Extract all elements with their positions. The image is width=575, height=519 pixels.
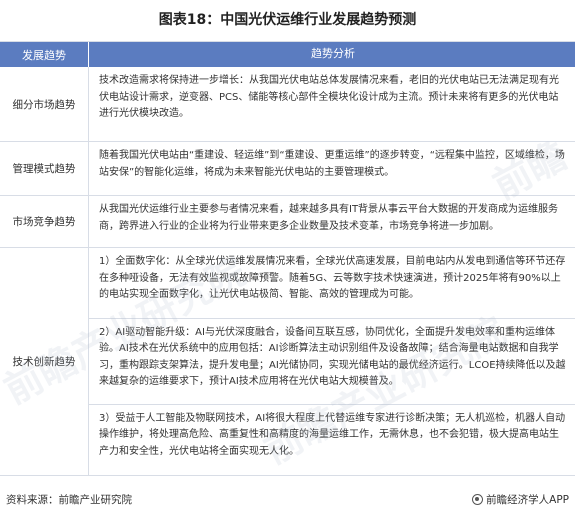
header-trend: 发展趋势 bbox=[0, 42, 89, 67]
table-row: 市场竞争趋势 从我国光伏运维行业主要参与者情况来看，越来越多具有IT背景从事云平… bbox=[0, 196, 575, 248]
row-text: 从我国光伏运维行业主要参与者情况来看，越来越多具有IT背景从事云平台大数据的开发… bbox=[99, 204, 559, 232]
row-label: 管理模式趋势 bbox=[0, 142, 89, 195]
source-note: 资料来源：前瞻产业研究院 bbox=[6, 494, 132, 506]
table-row: 管理模式趋势 随着我国光伏电站由“重建设、轻运维”到“重建设、更重运维”的逐步转… bbox=[0, 142, 575, 196]
list-item: 3）受益于人工智能及物联网技术，AI将很大程度上代替运维专家进行诊断决策；无人机… bbox=[99, 412, 566, 457]
brand-logo-icon bbox=[472, 494, 484, 505]
row-text: 随着我国光伏电站由“重建设、轻运维”到“重建设、更重运维”的逐步转变，“远程集中… bbox=[99, 150, 565, 178]
brand-label: 前瞻经济学人APP bbox=[486, 494, 569, 506]
row-label: 技术创新趋势 bbox=[0, 248, 89, 475]
table-row: 细分市场趋势 技术改造需求将保持进一步增长：从我国光伏电站总体发展情况来看，老旧… bbox=[0, 67, 575, 142]
list-item: 1）全面数字化：从全球光伏运维发展情况来看，全球光伏高速发展，目前电站内从发电到… bbox=[89, 248, 575, 319]
row-text: 技术改造需求将保持进一步增长：从我国光伏电站总体发展情况来看，老旧的光伏电站已无… bbox=[99, 75, 559, 119]
brand: 前瞻经济学人APP bbox=[472, 492, 569, 507]
row-label: 市场竞争趋势 bbox=[0, 196, 89, 247]
header-analysis: 趋势分析 bbox=[311, 47, 355, 61]
table-header: 发展趋势 趋势分析 bbox=[0, 42, 575, 67]
tech-items: 1）全面数字化：从全球光伏运维发展情况来看，全球光伏高速发展，目前电站内从发电到… bbox=[89, 248, 575, 475]
page-title: 图表18：中国光伏运维行业发展趋势预测 bbox=[158, 12, 417, 28]
row-label: 细分市场趋势 bbox=[0, 67, 89, 141]
trend-table: 发展趋势 趋势分析 细分市场趋势 技术改造需求将保持进一步增长：从我国光伏电站总… bbox=[0, 41, 575, 476]
list-item: 2）AI驱动智能升级：AI与光伏深度融合，设备间互联互感，协同优化，全面提升发电… bbox=[89, 319, 575, 405]
table-row: 技术创新趋势 1）全面数字化：从全球光伏运维发展情况来看，全球光伏高速发展，目前… bbox=[0, 248, 575, 476]
